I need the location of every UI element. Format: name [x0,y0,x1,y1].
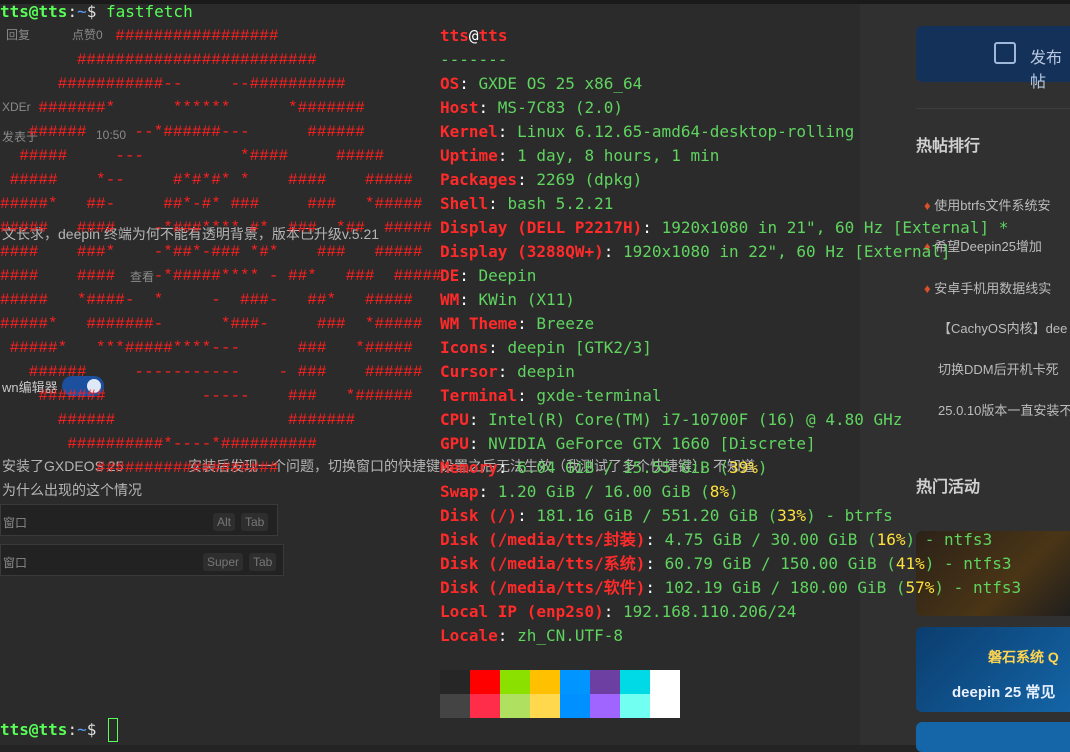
palette-swatch [440,670,470,694]
info-header: tts@tts [440,26,508,45]
palette-swatch [500,670,530,694]
info-row-host: Host: MS-7C83 (2.0) [440,98,624,117]
distro-logo: ################# ######################… [0,27,442,477]
info-row-disk-software: Disk (/media/tts/软件): 102.19 GiB / 180.0… [440,578,1022,597]
palette-swatch [470,670,500,694]
prompt-line: tts@tts:~$ fastfetch [0,2,193,21]
info-row-display-1: Display (DELL P2217H): 1920x1080 in 21",… [440,218,1009,237]
info-row-terminal: Terminal: gxde-terminal [440,386,662,405]
info-row-uptime: Uptime: 1 day, 8 hours, 1 min [440,146,720,165]
info-row-local-ip: Local IP (enp2s0): 192.168.110.206/24 [440,602,797,621]
palette-swatch [440,694,470,718]
command-text: fastfetch [106,2,193,21]
info-row-display-2: Display (3288QW+): 1920x1080 in 22", 60 … [440,242,951,261]
info-separator: ------- [440,50,508,69]
palette-swatch [530,694,560,718]
system-info: tts@tts ------- OS: GXDE OS 25 x86_64 Ho… [440,24,1021,648]
text-cursor [108,718,118,742]
palette-swatch [560,670,590,694]
info-row-memory: Memory: 6.04 GiB / 15.55 GiB (39%) [440,458,768,477]
info-row-disk-package: Disk (/media/tts/封装): 4.75 GiB / 30.00 G… [440,530,993,549]
info-row-disk-system: Disk (/media/tts/系统): 60.79 GiB / 150.00… [440,554,1012,573]
info-row-cursor: Cursor: deepin [440,362,575,381]
info-row-de: DE: Deepin [440,266,537,285]
prompt-symbol: $ [86,2,97,21]
info-row-locale: Locale: zh_CN.UTF-8 [440,626,624,645]
palette-swatch [620,694,650,718]
palette-swatch [560,694,590,718]
info-row-disk-root: Disk (/): 181.16 GiB / 551.20 GiB (33%) … [440,506,893,525]
palette-swatch [650,670,680,694]
prompt-line-active: tts@tts:~$ [0,720,97,739]
palette-swatch [590,694,620,718]
info-row-icons: Icons: deepin [GTK2/3] [440,338,652,357]
info-row-shell: Shell: bash 5.2.21 [440,194,614,213]
palette-swatch [470,694,500,718]
terminal-output[interactable]: tts@tts:~$ fastfetch ################# #… [0,0,1070,745]
prompt-user: tts@tts [0,2,68,21]
info-row-cpu: CPU: Intel(R) Core(TM) i7-10700F (16) @ … [440,410,903,429]
prompt-path: ~ [77,2,87,21]
palette-swatch [530,670,560,694]
info-row-swap: Swap: 1.20 GiB / 16.00 GiB (8%) [440,482,739,501]
palette-swatch [500,694,530,718]
info-row-wm: WM: KWin (X11) [440,290,575,309]
info-row-gpu: GPU: NVIDIA GeForce GTX 1660 [Discrete] [440,434,816,453]
info-row-os: OS: GXDE OS 25 x86_64 [440,74,643,93]
info-row-wm-theme: WM Theme: Breeze [440,314,595,333]
info-row-kernel: Kernel: Linux 6.12.65-amd64-desktop-roll… [440,122,855,141]
palette-swatch [590,670,620,694]
palette-swatch [650,694,680,718]
palette-swatch [620,670,650,694]
info-row-packages: Packages: 2269 (dpkg) [440,170,643,189]
